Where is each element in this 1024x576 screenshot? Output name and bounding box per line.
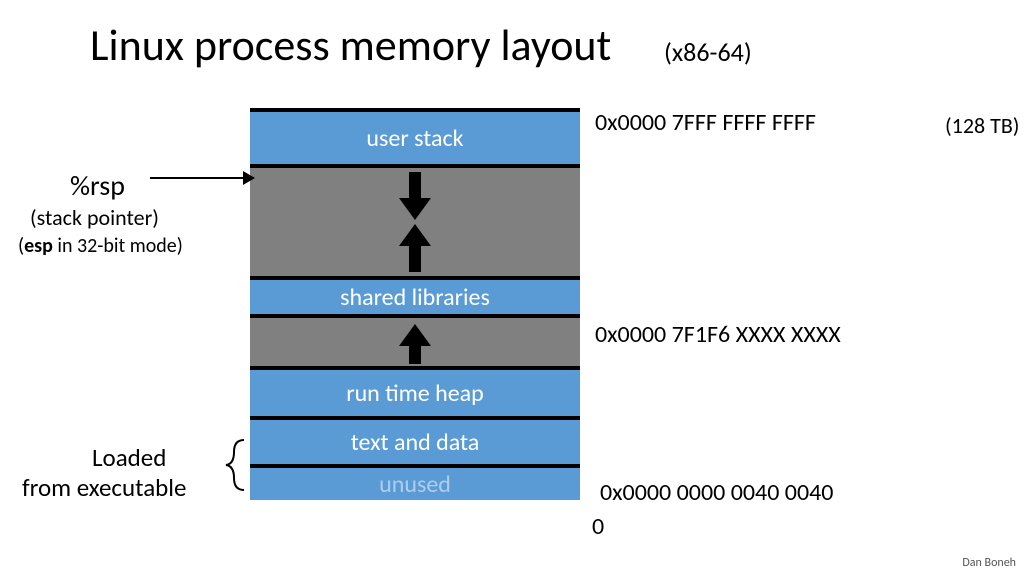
segment-label: shared libraries (340, 283, 490, 312)
slide-subtitle: (x86-64) (664, 36, 752, 68)
address-text-start: 0x0000 0000 0040 0040 (600, 478, 833, 507)
slide-title: Linux process memory layout (90, 18, 611, 72)
memory-layout-diagram: user stack shared libraries run time hea… (250, 108, 580, 523)
segment-label: user stack (366, 124, 463, 153)
segment-heap-growth-gap (250, 318, 580, 370)
address-zero: 0 (592, 512, 604, 541)
rsp-arrow-head-icon (243, 171, 255, 185)
curly-brace-icon (224, 438, 248, 492)
rsp-subtitle-1: (stack pointer) (30, 204, 159, 231)
loaded-label-line1: Loaded (92, 442, 166, 473)
segment-runtime-heap: run time heap (250, 370, 580, 420)
segment-label: text and data (351, 428, 480, 457)
rsp-label: %rsp (70, 168, 125, 203)
attribution: Dan Boneh (962, 556, 1016, 570)
segment-unused: unused (250, 468, 580, 500)
segment-label: unused (379, 470, 451, 499)
segment-stack-heap-gap (250, 168, 580, 280)
segment-user-stack: user stack (250, 112, 580, 168)
segment-shared-libraries: shared libraries (250, 280, 580, 318)
address-shared-libs: 0x0000 7F1F6 XXXX XXXX (595, 320, 841, 349)
rsp-arrow-line (150, 177, 245, 179)
address-top-size: (128 TB) (945, 112, 1019, 139)
address-top: 0x0000 7FFF FFFF FFFF (595, 108, 816, 137)
segment-text-and-data: text and data (250, 420, 580, 468)
segment-label: run time heap (346, 379, 484, 408)
rsp-subtitle-2: (esp in 32-bit mode) (18, 234, 183, 258)
loaded-label-line2: from executable (22, 472, 186, 503)
